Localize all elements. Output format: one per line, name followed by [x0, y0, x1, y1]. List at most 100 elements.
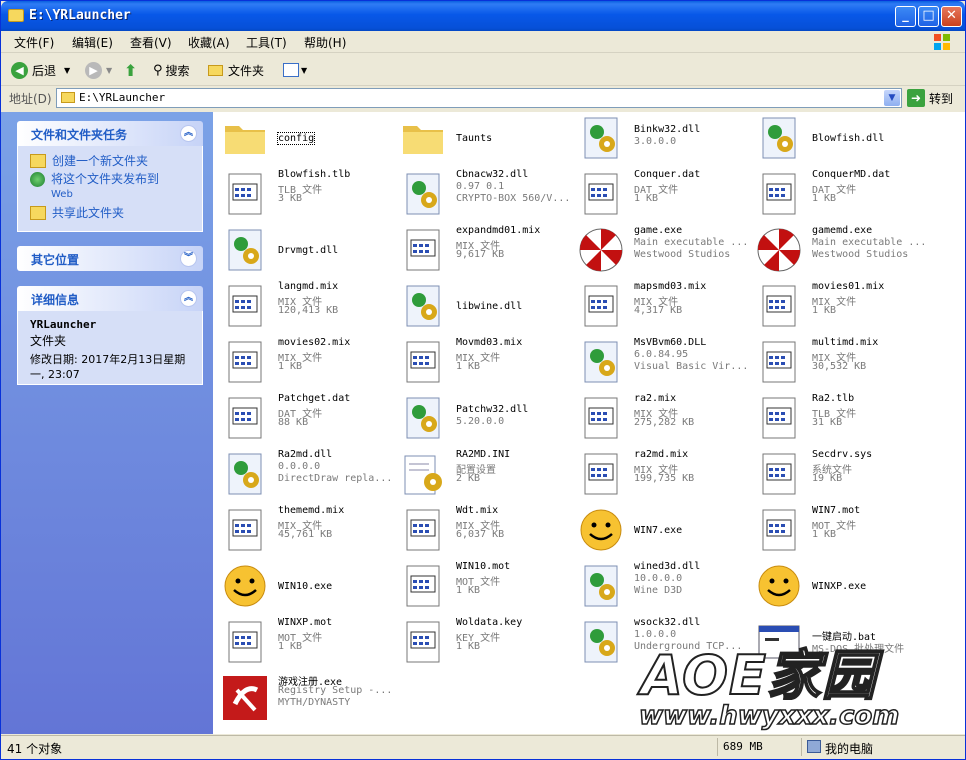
- umbrella-icon: [755, 226, 803, 274]
- file-name: WINXP.mot: [278, 617, 333, 628]
- document-icon: [221, 338, 269, 386]
- file-item[interactable]: RA2MD.INI 配置设置 2 KB: [399, 448, 575, 502]
- file-tasks-header[interactable]: 文件和文件夹任务 ︽: [17, 121, 203, 146]
- file-item[interactable]: WIN10.mot MOT 文件 1 KB: [399, 560, 575, 614]
- file-item[interactable]: ra2.mix MIX 文件 275,282 KB: [577, 392, 753, 446]
- document-icon: [399, 562, 447, 610]
- file-item[interactable]: Woldata.key KEY 文件 1 KB: [399, 616, 575, 670]
- file-item[interactable]: langmd.mix MIX 文件 120,413 KB: [221, 280, 397, 334]
- file-detail: 19 KB: [812, 473, 843, 484]
- back-dropdown-icon[interactable]: ▼: [64, 66, 70, 75]
- collapse-chevron-icon[interactable]: ︽: [180, 290, 197, 307]
- publish-web-task[interactable]: 将这个文件夹发布到 Web: [30, 172, 192, 202]
- menu-favorites[interactable]: 收藏(A): [188, 34, 230, 51]
- file-detail: 4,317 KB: [634, 305, 683, 316]
- document-icon: [221, 282, 269, 330]
- file-item[interactable]: WINXP.exe: [755, 560, 931, 614]
- details-modified: 修改日期: 2017年2月13日星期一, 23:07: [30, 353, 186, 381]
- file-detail: 275,282 KB: [634, 417, 695, 428]
- file-type: 10.0.0.0: [634, 573, 683, 584]
- close-button[interactable]: ✕: [941, 6, 962, 27]
- file-item[interactable]: Conquer.dat DAT 文件 1 KB: [577, 168, 753, 222]
- file-detail: 31 KB: [812, 417, 843, 428]
- search-button[interactable]: ⚲ 搜索: [153, 60, 190, 80]
- file-item[interactable]: Patchw32.dll 5.20.0.0: [399, 392, 575, 446]
- forward-dropdown-icon: ▼: [106, 65, 113, 75]
- menu-help[interactable]: 帮助(H): [304, 34, 346, 51]
- file-item[interactable]: Blowfish.tlb TLB 文件 3 KB: [221, 168, 397, 222]
- file-item[interactable]: gamemd.exe Main executable ... Westwood St…: [755, 224, 931, 278]
- file-item[interactable]: movies02.mix MIX 文件 1 KB: [221, 336, 397, 390]
- file-detail: 1 KB: [456, 361, 481, 372]
- document-icon: [755, 506, 803, 554]
- folders-button[interactable]: 文件夹: [208, 60, 264, 80]
- share-folder-icon: [30, 206, 46, 220]
- share-folder-task[interactable]: 共享此文件夹: [30, 206, 192, 220]
- new-folder-task[interactable]: 创建一个新文件夹: [30, 154, 192, 168]
- file-item[interactable]: 游戏注册.exe Registry Setup -... MYTH/DYNASTY: [221, 672, 397, 726]
- views-button[interactable]: ▼: [283, 60, 307, 80]
- document-icon: [221, 506, 269, 554]
- file-item[interactable]: Taunts: [399, 112, 575, 166]
- file-item[interactable]: multimd.mix MIX 文件 30,532 KB: [755, 336, 931, 390]
- details-header[interactable]: 详细信息 ︽: [17, 286, 203, 311]
- maximize-button[interactable]: □: [918, 6, 939, 27]
- file-item[interactable]: Wdt.mix MIX 文件 6,037 KB: [399, 504, 575, 558]
- forward-button[interactable]: ▶ ▼: [85, 60, 112, 80]
- file-type: 0.97 0.1: [456, 181, 505, 192]
- back-button[interactable]: ◀ 后退 ▼: [11, 60, 70, 80]
- go-button[interactable]: ➜ 转到: [907, 89, 953, 107]
- address-dropdown-icon[interactable]: ▼: [884, 90, 900, 106]
- file-item[interactable]: Secdrv.sys 系统文件 19 KB: [755, 448, 931, 502]
- menu-bar: 文件(F) 编辑(E) 查看(V) 收藏(A) 工具(T) 帮助(H): [1, 31, 965, 53]
- minimize-button[interactable]: _: [895, 6, 916, 27]
- file-item[interactable]: ra2md.mix MIX 文件 199,735 KB: [577, 448, 753, 502]
- file-item[interactable]: WINXP.mot MOT 文件 1 KB: [221, 616, 397, 670]
- file-item[interactable]: Binkw32.dll 3.0.0.0: [577, 112, 753, 166]
- file-item[interactable]: 一键启动.bat MS-DOS 批处理文件: [755, 616, 931, 670]
- dll-gear-icon: [399, 394, 447, 442]
- file-name: Blowfish.dll: [812, 133, 885, 144]
- file-item[interactable]: Ra2md.dll 0.0.0.0 DirectDraw repla...: [221, 448, 397, 502]
- file-item[interactable]: config: [221, 112, 397, 166]
- file-name: expandmd01.mix: [456, 225, 541, 236]
- menu-file[interactable]: 文件(F): [14, 34, 54, 51]
- file-item[interactable]: game.exe Main executable ... Westwood Stud…: [577, 224, 753, 278]
- address-value: E:\YRLauncher: [79, 91, 166, 104]
- task-label-extra: Web: [51, 189, 73, 200]
- go-arrow-icon: ➜: [907, 89, 925, 107]
- document-icon: [755, 338, 803, 386]
- file-item[interactable]: Movmd03.mix MIX 文件 1 KB: [399, 336, 575, 390]
- windows-logo-icon: [934, 34, 950, 50]
- file-name: MsVBvm60.DLL: [634, 337, 707, 348]
- file-item[interactable]: movies01.mix MIX 文件 1 KB: [755, 280, 931, 334]
- menu-tools[interactable]: 工具(T): [246, 34, 287, 51]
- file-item[interactable]: wsock32.dll 1.0.0.0 Underground TCP...: [577, 616, 753, 670]
- file-item[interactable]: Drvmgt.dll: [221, 224, 397, 278]
- file-detail: 45,761 KB: [278, 529, 333, 540]
- file-item[interactable]: expandmd01.mix MIX 文件 9,617 KB: [399, 224, 575, 278]
- file-detail: CRYPTO-BOX 560/V...: [456, 193, 571, 204]
- expand-chevron-icon[interactable]: ︾: [180, 250, 197, 267]
- other-places-header[interactable]: 其它位置 ︾: [17, 246, 203, 271]
- file-item[interactable]: MsVBvm60.DLL 6.0.84.95 Visual Basic Vir...: [577, 336, 753, 390]
- file-item[interactable]: Cbnacw32.dll 0.97 0.1 CRYPTO-BOX 560/V...: [399, 168, 575, 222]
- up-folder-button[interactable]: ⬆: [124, 60, 137, 80]
- ini-settings-icon: [399, 450, 447, 498]
- menu-view[interactable]: 查看(V): [130, 34, 172, 51]
- address-input[interactable]: E:\YRLauncher ▼: [56, 88, 902, 108]
- file-item[interactable]: mapsmd03.mix MIX 文件 4,317 KB: [577, 280, 753, 334]
- file-item[interactable]: WIN7.exe: [577, 504, 753, 558]
- file-item[interactable]: Patchget.dat DAT 文件 88 KB: [221, 392, 397, 446]
- collapse-chevron-icon[interactable]: ︽: [180, 125, 197, 142]
- file-item[interactable]: thememd.mix MIX 文件 45,761 KB: [221, 504, 397, 558]
- menu-edit[interactable]: 编辑(E): [72, 34, 113, 51]
- file-item[interactable]: wined3d.dll 10.0.0.0 Wine D3D: [577, 560, 753, 614]
- file-item[interactable]: Ra2.tlb TLB 文件 31 KB: [755, 392, 931, 446]
- file-item[interactable]: WIN7.mot MOT 文件 1 KB: [755, 504, 931, 558]
- title-bar[interactable]: E:\YRLauncher _ □ ✕: [1, 1, 965, 31]
- file-item[interactable]: WIN10.exe: [221, 560, 397, 614]
- file-item[interactable]: Blowfish.dll: [755, 112, 931, 166]
- file-item[interactable]: ConquerMD.dat DAT 文件 1 KB: [755, 168, 931, 222]
- file-item[interactable]: libwine.dll: [399, 280, 575, 334]
